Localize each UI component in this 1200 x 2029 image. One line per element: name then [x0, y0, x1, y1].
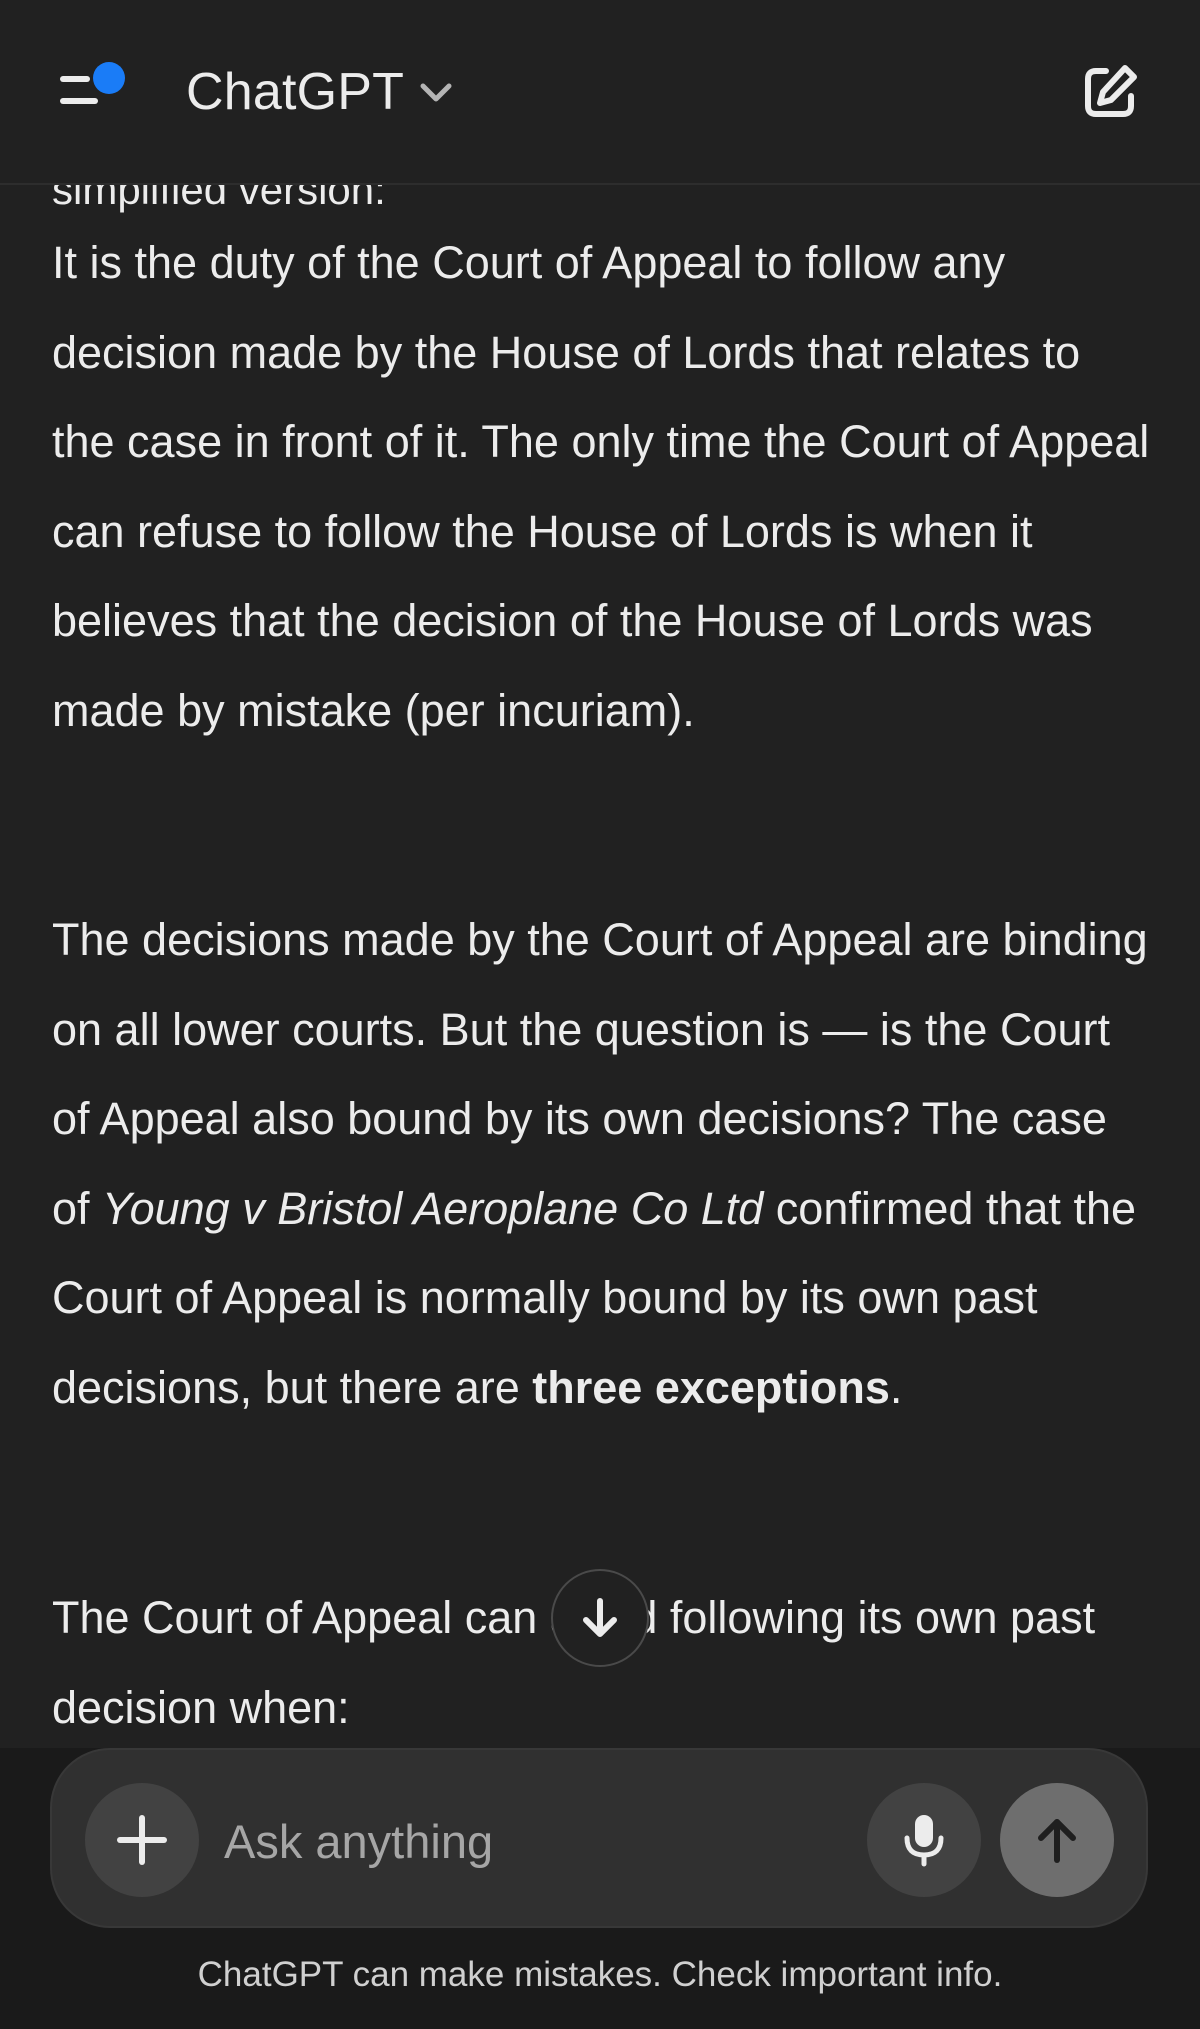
- new-chat-edit-icon: [1085, 65, 1137, 117]
- send-button[interactable]: [1000, 1783, 1114, 1897]
- case-name: Young v Bristol Aeroplane Co Ltd: [102, 1182, 764, 1234]
- composer-area: ChatGPT can make mistakes. Check importa…: [0, 1748, 1200, 2029]
- assistant-message: simplified version: It is the duty of th…: [0, 183, 1200, 1748]
- paragraph-2-end: .: [889, 1361, 903, 1413]
- composer: [50, 1748, 1148, 1928]
- ask-input[interactable]: [222, 1798, 876, 1884]
- voice-input-button[interactable]: [867, 1783, 981, 1897]
- top-bar: ChatGPT: [0, 0, 1200, 185]
- app-title: ChatGPT: [186, 63, 405, 121]
- disclaimer-text: ChatGPT can make mistakes. Check importa…: [197, 1955, 1003, 1994]
- scroll-to-bottom-button[interactable]: [551, 1569, 649, 1667]
- message-paragraph-2: The decisions made by the Court of Appea…: [52, 895, 1152, 1432]
- message-paragraph-1: It is the duty of the Court of Appeal to…: [52, 237, 1150, 736]
- attach-button[interactable]: [85, 1783, 199, 1897]
- chevron-down-icon: [420, 83, 452, 102]
- bold-phrase: three exceptions: [532, 1361, 890, 1413]
- arrow-up-icon: [1038, 1819, 1076, 1863]
- notification-dot: [93, 62, 125, 94]
- sidebar-menu-icon: [60, 62, 125, 104]
- sidebar-menu-button[interactable]: [52, 54, 132, 126]
- new-chat-button[interactable]: [1080, 62, 1140, 122]
- microphone-icon: [904, 1815, 944, 1867]
- arrow-down-icon: [583, 1598, 617, 1637]
- model-selector[interactable]: ChatGPT: [186, 58, 454, 126]
- plus-icon: [117, 1815, 167, 1865]
